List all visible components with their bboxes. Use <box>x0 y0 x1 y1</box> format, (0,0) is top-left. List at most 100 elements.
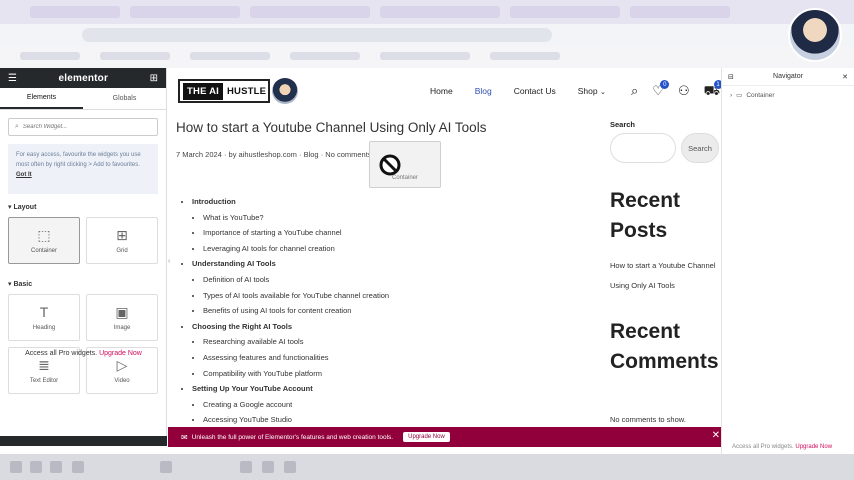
browser-tab[interactable] <box>380 6 500 18</box>
upgrade-link[interactable]: Upgrade Now <box>99 350 142 357</box>
search-icon: ⌕ <box>15 123 19 130</box>
toc-section: Understanding AI Tools Definition of AI t… <box>192 256 389 318</box>
logo-avatar <box>272 78 298 104</box>
panel-collapse-icon[interactable]: ‹ <box>168 258 170 265</box>
no-comments-text: No comments to show. <box>610 415 686 424</box>
toc-section: Choosing the Right AI Tools Researching a… <box>192 319 389 381</box>
sidebar-search-input[interactable] <box>610 133 676 163</box>
elementor-panel: ☰ elementor ⊞ Elements Globals ⌕ For eas… <box>0 68 167 446</box>
widget-search-input[interactable] <box>22 124 143 130</box>
browser-tab[interactable] <box>130 6 240 18</box>
toc-section: Setting Up Your YouTube Account Creating … <box>192 381 389 428</box>
section-layout-title: Layout <box>13 204 37 211</box>
nav-shop[interactable]: Shop ⌄ <box>578 86 606 96</box>
navigator-item-container[interactable]: › ▭ Container <box>722 86 854 104</box>
toc-section-title[interactable]: Choosing the Right AI Tools <box>192 322 292 331</box>
bookmark[interactable] <box>290 52 360 60</box>
browser-tab[interactable] <box>510 6 620 18</box>
wishlist-icon[interactable]: ♡ 0 <box>652 80 670 101</box>
toc-item[interactable]: Definition of AI tools <box>203 272 389 288</box>
bookmark[interactable] <box>100 52 170 60</box>
recent-post-link[interactable]: How to start a Youtube Channel Using Onl… <box>610 256 722 296</box>
section-basic[interactable]: ▾ Basic <box>0 264 166 294</box>
apps-grid-icon[interactable]: ⊞ <box>150 73 158 84</box>
taskbar-app[interactable] <box>72 461 84 473</box>
taskbar-app[interactable] <box>240 461 252 473</box>
toc-section-title[interactable]: Setting Up Your YouTube Account <box>192 384 313 393</box>
widget-image[interactable]: ▣ Image <box>86 294 158 341</box>
promo-upgrade-button[interactable]: Upgrade Now <box>403 432 450 442</box>
bookmark[interactable] <box>490 52 560 60</box>
close-icon[interactable]: ✕ <box>712 430 720 441</box>
account-icon[interactable]: ⚇ <box>678 83 690 101</box>
taskbar-app[interactable] <box>284 461 296 473</box>
browser-tab[interactable] <box>250 6 370 18</box>
toc-item[interactable]: Compatibility with YouTube platform <box>203 366 389 382</box>
search-icon[interactable]: ⌕ <box>631 83 638 101</box>
navigator-toggle-icon[interactable]: ⊟ <box>728 73 734 81</box>
post-author[interactable]: by aihustleshop.com <box>229 150 297 159</box>
post-date[interactable]: 7 March 2024 <box>176 150 222 159</box>
toc-section-title[interactable]: Understanding AI Tools <box>192 259 276 268</box>
menu-icon[interactable]: ☰ <box>8 73 17 84</box>
url-field[interactable] <box>82 28 552 42</box>
taskbar-app[interactable] <box>30 461 42 473</box>
toc-section: Introduction What is YouTube?Importance o… <box>192 194 389 256</box>
browser-tab[interactable] <box>30 6 120 18</box>
widget-search: ⌕ <box>8 118 158 136</box>
sidebar-search-button[interactable]: Search <box>681 133 719 163</box>
webcam-avatar <box>788 8 842 62</box>
toc-subsection-list: What is YouTube?Importance of starting a… <box>192 210 389 257</box>
toc-section-title[interactable]: Introduction <box>192 197 236 206</box>
site-logo[interactable]: THE AI HUSTLE <box>178 79 270 103</box>
navigator-panel: ⊟ Navigator ✕ › ▭ Container Access all P… <box>721 68 854 454</box>
toc-item[interactable]: Benefits of using AI tools for content c… <box>203 303 389 319</box>
navigator-header: ⊟ Navigator ✕ <box>722 68 854 86</box>
close-icon[interactable]: ✕ <box>842 73 848 81</box>
got-it-link[interactable]: Got It <box>16 172 32 178</box>
elementor-header: ☰ elementor ⊞ <box>0 68 166 88</box>
chevron-right-icon[interactable]: › <box>730 92 732 99</box>
tab-globals[interactable]: Globals <box>83 88 166 109</box>
taskbar-app[interactable] <box>160 461 172 473</box>
hint-text: For easy access, favourite the widgets y… <box>16 152 141 168</box>
toc-item[interactable]: Leveraging AI tools for channel creation <box>203 241 389 257</box>
navigator-upgrade-link[interactable]: Upgrade Now <box>795 444 832 450</box>
bookmark[interactable] <box>20 52 80 60</box>
toc-item[interactable]: Assessing features and functionalities <box>203 350 389 366</box>
nav-home[interactable]: Home <box>430 86 453 96</box>
nav-shop-label: Shop <box>577 86 598 96</box>
promo-bar-text: Unleash the full power of Elementor's fe… <box>191 433 394 441</box>
widget-heading[interactable]: T Heading <box>8 294 80 341</box>
toc-item[interactable]: Types of AI tools available for YouTube … <box>203 288 389 304</box>
toc-item[interactable]: Importance of starting a YouTube channel <box>203 225 389 241</box>
site-header: THE AI HUSTLE Home Blog Contact Us Shop … <box>168 68 723 116</box>
section-layout[interactable]: ▾ Layout <box>0 194 166 217</box>
browser-tab[interactable] <box>630 6 730 18</box>
post-title: How to start a Youtube Channel Using Onl… <box>176 120 487 135</box>
taskbar-app[interactable] <box>50 461 62 473</box>
widget-grid[interactable]: ⊞ Grid <box>86 217 158 264</box>
toc-item[interactable]: Researching available AI tools <box>203 334 389 350</box>
nav-blog[interactable]: Blog <box>475 86 492 96</box>
toc-item[interactable]: What is YouTube? <box>203 210 389 226</box>
post-meta: 7 March 2024 · by aihustleshop.com · Blo… <box>176 150 384 159</box>
widget-container[interactable]: ⬚ Container <box>8 217 80 264</box>
post-category[interactable]: Blog <box>304 150 319 159</box>
bookmark[interactable] <box>190 52 270 60</box>
elementor-footer-bar <box>0 436 167 446</box>
cart-icon[interactable]: ⛟ 1 <box>704 80 723 101</box>
nav-contact[interactable]: Contact Us <box>514 86 556 96</box>
taskbar-app[interactable] <box>10 461 22 473</box>
toc-subsection-list: Definition of AI toolsTypes of AI tools … <box>192 272 389 319</box>
toc-item[interactable]: Accessing YouTube Studio <box>203 412 389 428</box>
widget-label: Heading <box>32 324 56 331</box>
text-editor-icon: ≣ <box>38 356 50 373</box>
elementor-logo: elementor <box>58 72 109 84</box>
navigator-footer: Access all Pro widgets. Upgrade Now <box>732 444 832 450</box>
toc-item[interactable]: Creating a Google account <box>203 397 389 413</box>
tab-elements[interactable]: Elements <box>0 88 83 109</box>
taskbar-app[interactable] <box>262 461 274 473</box>
table-of-contents: Introduction What is YouTube?Importance o… <box>192 194 389 428</box>
bookmark[interactable] <box>380 52 470 60</box>
